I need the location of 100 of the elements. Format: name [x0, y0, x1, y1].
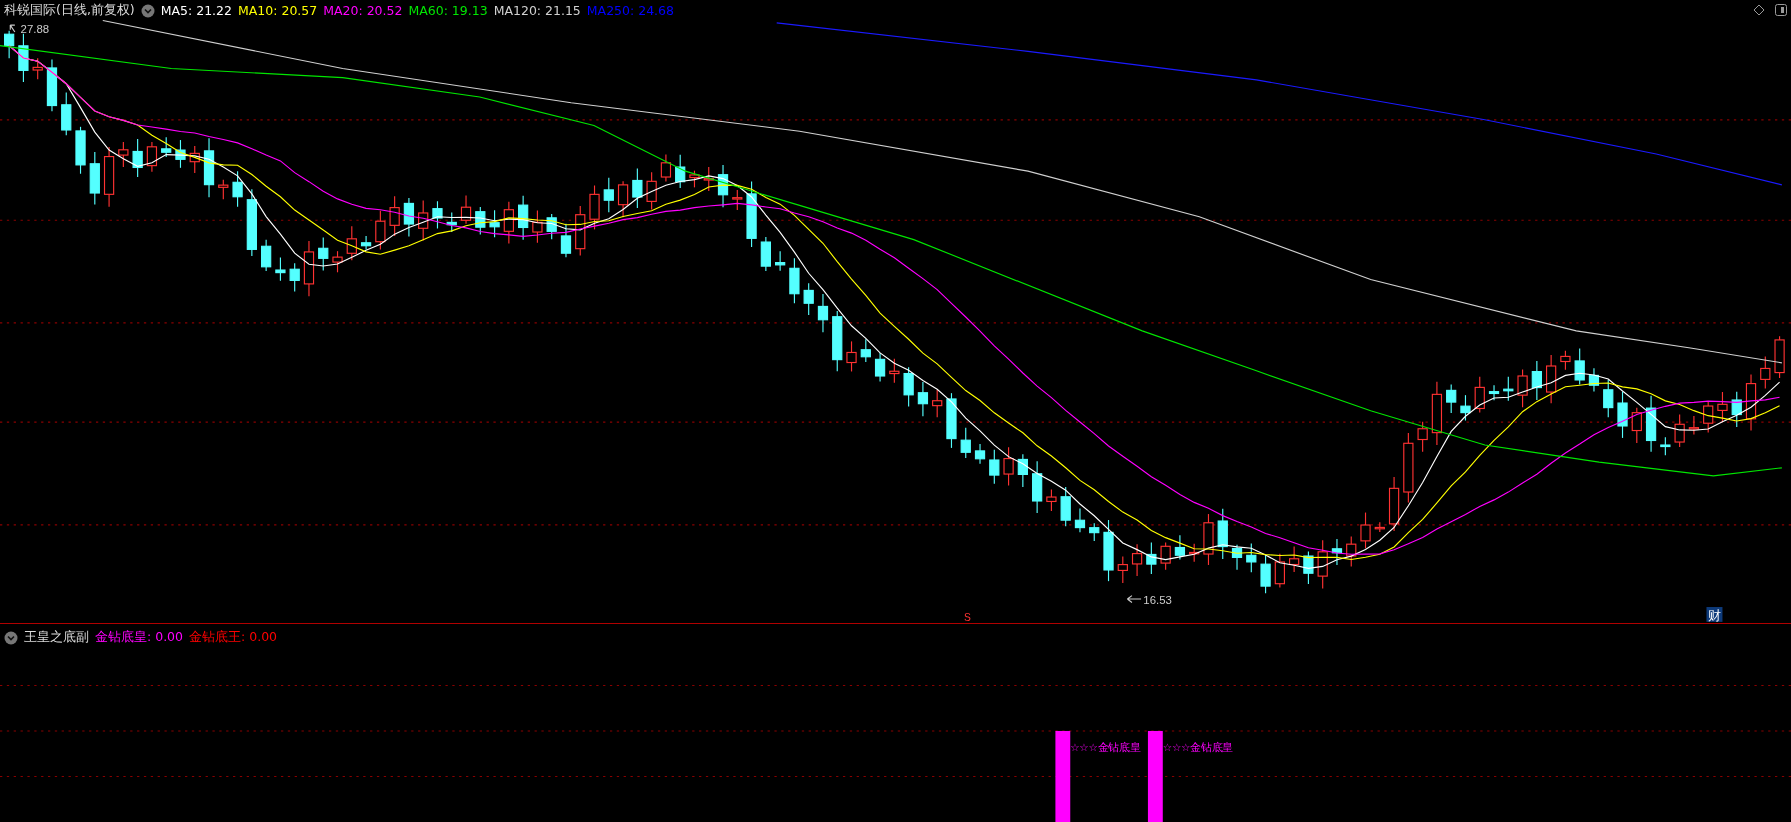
candlestick	[332, 250, 343, 273]
candlestick	[546, 213, 557, 240]
candlestick	[732, 189, 743, 211]
candlestick	[1074, 508, 1086, 533]
dropdown-icon[interactable]	[140, 3, 155, 18]
candlestick	[446, 211, 457, 233]
candlestick	[1089, 522, 1100, 542]
candlestick	[303, 240, 315, 297]
candlestick	[1403, 432, 1414, 503]
candlestick	[903, 366, 914, 407]
candlestick	[1217, 508, 1228, 560]
candlestick	[32, 57, 43, 80]
candlestick	[246, 188, 257, 257]
candlestick	[1574, 347, 1585, 386]
candlestick	[1032, 460, 1043, 514]
candlestick	[1460, 394, 1471, 422]
candlestick	[418, 199, 429, 242]
candlestick	[1517, 368, 1528, 408]
candlestick	[1260, 554, 1271, 594]
candlestick	[817, 293, 829, 333]
candlestick	[1189, 543, 1200, 563]
candlestick	[960, 427, 971, 459]
candlestick	[1360, 511, 1371, 549]
indicator-value: 金钻底皇: 0.00	[95, 629, 184, 646]
candlestick	[717, 164, 729, 208]
price-label: 27.88	[20, 23, 50, 36]
candlestick	[1303, 551, 1314, 585]
candlestick	[703, 166, 714, 192]
candlestick	[189, 145, 200, 174]
candlestick	[360, 235, 372, 251]
candlestick	[746, 180, 757, 248]
candlestick	[917, 381, 929, 417]
candlestick	[1617, 391, 1628, 439]
candlestick	[432, 200, 443, 230]
candlestick	[1346, 536, 1357, 568]
candlestick	[1046, 488, 1057, 512]
indicator-value: MA5: 21.22	[160, 3, 232, 18]
panel-toggle-icon[interactable]	[1775, 4, 1787, 16]
candlestick	[874, 352, 886, 383]
candlestick	[261, 239, 272, 272]
candlestick	[203, 137, 215, 198]
candlestick	[1631, 407, 1642, 444]
indicator-value: MA250: 24.68	[586, 3, 674, 18]
candlestick	[489, 209, 500, 238]
candlestick	[560, 223, 572, 258]
candlestick	[789, 257, 800, 304]
candlestick	[75, 126, 86, 175]
candlestick	[275, 256, 286, 282]
candlestick	[118, 141, 129, 168]
indicator-value: MA20: 20.52	[323, 3, 403, 18]
dropdown-icon[interactable]	[4, 630, 18, 645]
indicator-value: MA10: 20.57	[238, 3, 318, 18]
candlestick	[518, 195, 529, 241]
candlestick	[603, 177, 614, 213]
signal-label: ☆☆☆金钻底皇	[1162, 741, 1233, 755]
candlestick	[46, 58, 58, 112]
candlestick	[1674, 414, 1685, 448]
candlestick	[503, 201, 514, 245]
candlestick	[289, 262, 300, 292]
candlestick	[4, 30, 15, 59]
arrow-icon	[1126, 595, 1142, 604]
candlestick	[1488, 384, 1500, 401]
candlestick	[1645, 395, 1657, 453]
candlestick	[1703, 401, 1714, 434]
candlestick	[1274, 553, 1285, 588]
candlestick	[89, 151, 100, 206]
candlestick	[846, 340, 857, 373]
candlestick	[1117, 555, 1128, 584]
candlestick	[1174, 534, 1186, 560]
candlestick	[318, 236, 329, 272]
candlestick	[589, 184, 600, 230]
candlestick	[1160, 541, 1171, 571]
candlestick	[1289, 545, 1300, 573]
candlestick	[689, 170, 700, 188]
candlestick	[146, 141, 158, 173]
signal-label: ☆☆☆金钻底皇	[1070, 741, 1141, 755]
candlestick	[646, 171, 657, 211]
candlestick	[1560, 350, 1571, 371]
candlestick	[403, 197, 415, 237]
candlestick	[760, 236, 771, 272]
candlestick	[1688, 415, 1700, 436]
candlestick	[1231, 544, 1243, 571]
candlestick	[1388, 476, 1400, 532]
candlestick	[1503, 376, 1514, 402]
candlestick	[575, 205, 586, 257]
indicator-value: MA60: 19.13	[408, 3, 488, 18]
candlestick	[1446, 384, 1457, 414]
candlestick	[346, 225, 357, 261]
candlestick	[475, 206, 486, 236]
candlestick	[232, 170, 243, 208]
candlestick	[1603, 379, 1614, 418]
candlestick	[1760, 355, 1771, 389]
candlestick	[1017, 453, 1028, 488]
candlestick	[803, 282, 814, 316]
candlestick	[161, 136, 172, 158]
diamond-icon[interactable]	[1753, 4, 1765, 16]
candlestick	[1431, 381, 1443, 446]
candlestick	[1474, 376, 1485, 414]
arrow-icon	[9, 24, 16, 33]
candlestick	[103, 146, 115, 208]
